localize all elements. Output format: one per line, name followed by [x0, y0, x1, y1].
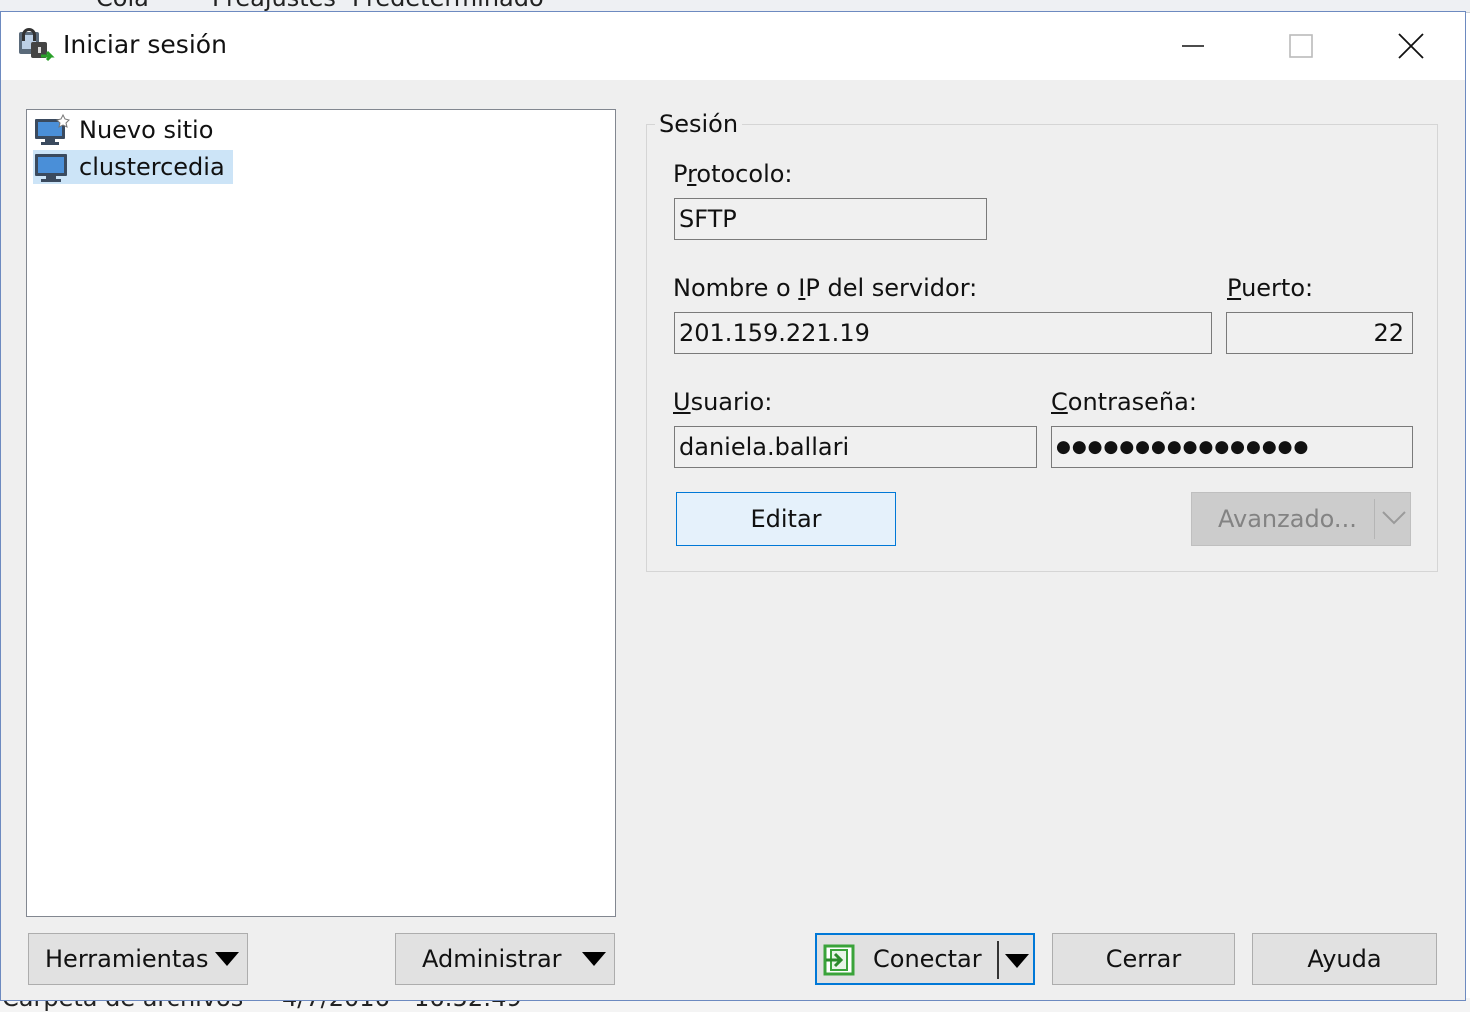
tree-item-clustercedia[interactable]: clustercedia	[33, 150, 233, 184]
manage-button-label: Administrar	[422, 945, 562, 973]
edit-button[interactable]: Editar	[676, 492, 896, 546]
minimize-icon	[1182, 45, 1204, 47]
password-field[interactable]: ●●●●●●●●●●●●●●●●	[1051, 426, 1413, 468]
password-label: Contraseña:	[1051, 388, 1197, 416]
help-button[interactable]: Ayuda	[1252, 933, 1437, 985]
tools-button[interactable]: Herramientas	[28, 933, 248, 985]
session-legend: Sesión	[655, 110, 743, 138]
user-field[interactable]: daniela.ballari	[674, 426, 1037, 468]
split-divider	[997, 941, 999, 979]
connect-icon	[823, 944, 855, 976]
maximize-icon	[1289, 34, 1313, 58]
protocol-select[interactable]: SFTP	[674, 198, 987, 240]
dropdown-arrow-icon	[215, 952, 239, 966]
port-field[interactable]: 22	[1226, 312, 1413, 354]
connect-button[interactable]: Conectar	[815, 933, 1035, 985]
close-icon	[1398, 33, 1424, 59]
advanced-button[interactable]: Avanzado...	[1191, 492, 1411, 546]
tree-item-label: Nuevo sitio	[79, 116, 214, 144]
close-window-button[interactable]	[1357, 12, 1465, 80]
dialog-title: Iniciar sesión	[63, 30, 227, 59]
protocol-label: Protocolo:	[673, 160, 793, 188]
connect-button-label: Conectar	[873, 945, 982, 973]
title-bar[interactable]: Iniciar sesión	[1, 12, 1465, 80]
minimize-button[interactable]	[1139, 12, 1247, 80]
user-label: Usuario:	[673, 388, 773, 416]
tools-button-label: Herramientas	[45, 945, 209, 973]
monitor-icon	[35, 154, 67, 182]
advanced-button-label: Avanzado...	[1218, 505, 1357, 533]
manage-button[interactable]: Administrar	[395, 933, 615, 985]
lock-computer-icon	[17, 26, 55, 66]
port-label: Puerto:	[1227, 274, 1314, 302]
host-field[interactable]: 201.159.221.19	[674, 312, 1212, 354]
tree-item-new-site[interactable]: Nuevo sitio	[33, 113, 221, 147]
login-dialog: Iniciar sesión Nuevo sitio clustercedia …	[0, 11, 1466, 1001]
close-button[interactable]: Cerrar	[1052, 933, 1235, 985]
dropdown-arrow-icon[interactable]	[1005, 954, 1029, 968]
maximize-button[interactable]	[1247, 12, 1355, 80]
new-site-icon	[35, 113, 70, 145]
site-tree[interactable]: Nuevo sitio clustercedia	[26, 109, 616, 917]
chevron-down-icon	[1382, 511, 1406, 525]
host-label: Nombre o IP del servidor:	[673, 274, 978, 302]
dropdown-arrow-icon	[582, 952, 606, 966]
split-divider	[1374, 499, 1375, 539]
tree-item-label: clustercedia	[79, 153, 225, 181]
